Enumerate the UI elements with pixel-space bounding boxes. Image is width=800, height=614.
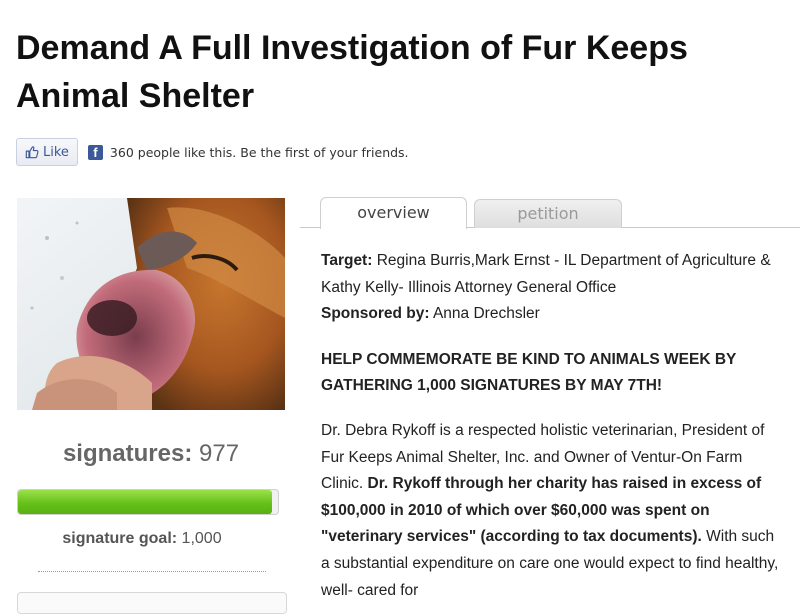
signature-count-label: signatures: [62, 440, 193, 467]
page-title: Demand A Full Investigation of Fur Keeps… [16, 29, 688, 115]
tab-petition[interactable]: petition [474, 199, 622, 228]
petition-body: Dr. Debra Rykoff is a respected holistic… [321, 418, 781, 604]
signature-goal-label: signature goal: [62, 530, 178, 547]
target-sponsor-block: Target: Regina Burris,Mark Ernst - IL De… [321, 248, 781, 328]
sponsor-value: Anna Drechsler [432, 305, 540, 323]
target-value: Regina Burris,Mark Ernst - IL Department… [321, 252, 771, 296]
signature-goal-value: 1,000 [181, 530, 222, 547]
like-button[interactable]: Like [16, 138, 78, 166]
signature-progress-fill [18, 490, 273, 514]
fox-photo-image [17, 198, 285, 410]
sidebar-panel [17, 592, 287, 614]
divider [38, 571, 266, 572]
like-button-label: Like [43, 144, 69, 160]
signature-count: signatures: 977 [17, 440, 285, 468]
overview-content: Target: Regina Burris,Mark Ernst - IL De… [321, 248, 781, 604]
petition-photo [17, 198, 285, 410]
signature-count-value: 977 [199, 440, 240, 467]
facebook-icon: f [87, 144, 103, 160]
tab-overview[interactable]: overview [320, 197, 467, 229]
signature-goal: signature goal: 1,000 [17, 530, 267, 548]
body-bold: Dr. Rykoff through her charity has raise… [321, 475, 762, 546]
thumbs-up-icon [25, 146, 39, 159]
sponsor-label: Sponsored by: [321, 305, 430, 323]
petition-headline: HELP COMMEMORATE BE KIND TO ANIMALS WEEK… [321, 350, 737, 395]
like-count-text: 360 people like this. Be the first of yo… [109, 144, 409, 160]
like-bar: Like f 360 people like this. Be the firs… [16, 137, 409, 167]
signature-progress-bar [17, 489, 279, 515]
target-label: Target: [321, 252, 373, 269]
